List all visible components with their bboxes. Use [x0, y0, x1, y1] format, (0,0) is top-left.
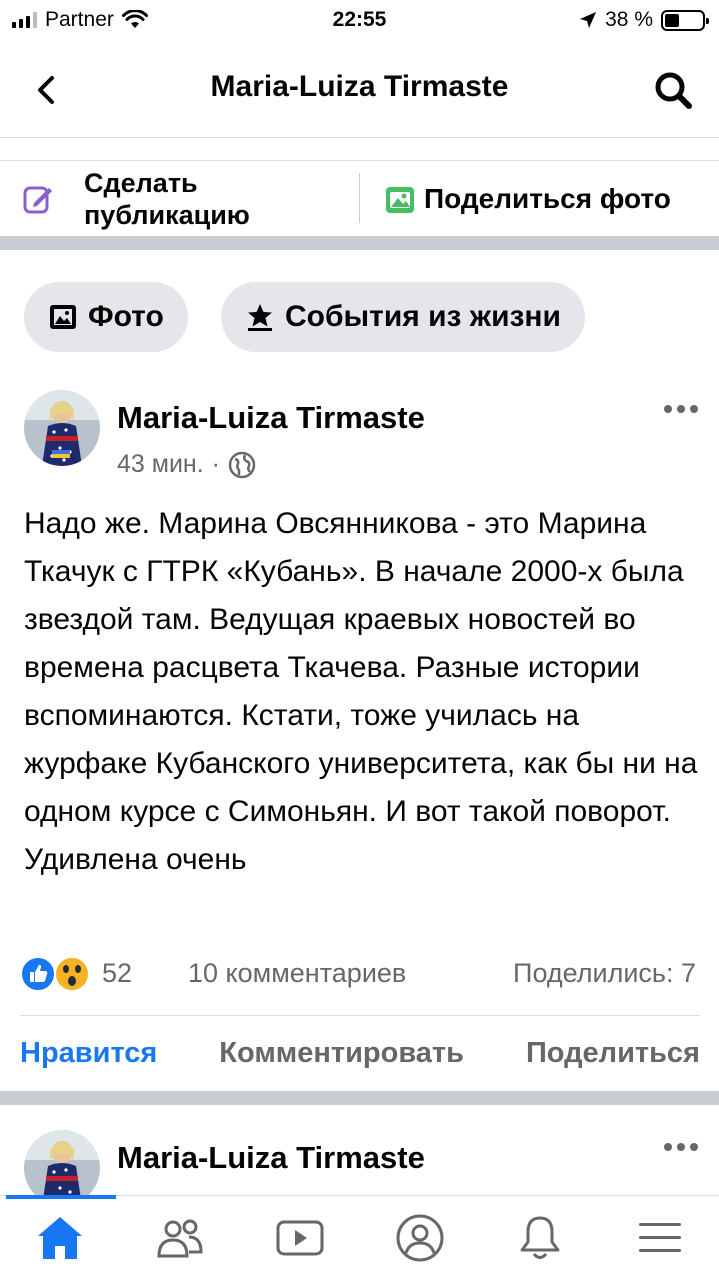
shares-count[interactable]: Поделились: 7 — [513, 958, 696, 989]
notifications-icon[interactable] — [510, 1210, 570, 1266]
battery-percent: 38 % — [605, 8, 653, 31]
profile-icon[interactable] — [390, 1210, 450, 1266]
home-icon[interactable] — [30, 1210, 90, 1266]
share-photo-button[interactable]: Поделиться фото — [384, 161, 671, 237]
life-events-chip-label: События из жизни — [285, 300, 561, 333]
photo-album-icon — [50, 305, 76, 329]
photos-chip-label: Фото — [88, 300, 164, 333]
avatar-image — [24, 390, 100, 466]
share-button[interactable]: Поделиться — [526, 1037, 700, 1070]
active-tab-indicator — [6, 1195, 116, 1199]
photos-chip[interactable]: Фото — [24, 282, 188, 352]
more-options-icon[interactable] — [664, 1143, 700, 1155]
share-photo-label: Поделиться фото — [424, 183, 671, 214]
post-text: Надо же. Марина Овсянникова - это Марина… — [24, 507, 698, 876]
comments-count[interactable]: 10 комментариев — [188, 958, 406, 989]
page-header: Maria-Luiza Tirmaste — [0, 40, 719, 138]
bottom-tab-bar — [0, 1195, 719, 1280]
composer-row: Сделать публикацию Поделиться фото — [0, 160, 719, 236]
edit-icon — [23, 186, 52, 214]
flag-star-icon — [248, 304, 272, 331]
post-time[interactable]: 43 мин. — [117, 450, 204, 479]
status-right: 38 % — [579, 8, 709, 32]
post-actions: Нравится Комментировать Поделиться — [20, 1015, 700, 1091]
section-separator — [0, 1091, 719, 1105]
create-post-label: Сделать публикацию — [84, 168, 250, 230]
photo-icon — [386, 187, 414, 213]
page-title: Maria-Luiza Tirmaste — [210, 70, 509, 103]
life-events-chip[interactable]: События из жизни — [221, 282, 585, 352]
post-author[interactable]: Maria-Luiza Tirmaste — [117, 1140, 425, 1176]
battery-icon — [661, 9, 709, 31]
location-arrow-icon — [580, 12, 597, 28]
post-author[interactable]: Maria-Luiza Tirmaste — [117, 400, 425, 436]
reactions-bar: 52 10 комментариев Поделились: 7 — [20, 952, 700, 996]
post-meta: 43 мин. · — [117, 450, 256, 479]
watch-icon[interactable] — [270, 1210, 330, 1266]
comment-button[interactable]: Комментировать — [219, 1037, 464, 1070]
friends-icon[interactable] — [150, 1210, 210, 1266]
composer-divider — [359, 173, 360, 223]
reaction-icons[interactable] — [20, 954, 90, 994]
globe-icon — [228, 451, 256, 478]
avatar[interactable] — [24, 390, 100, 466]
reaction-count[interactable]: 52 — [102, 958, 132, 989]
search-icon[interactable] — [651, 68, 695, 112]
more-options-icon[interactable] — [664, 405, 700, 417]
create-post-button[interactable]: Сделать публикацию — [22, 161, 304, 237]
section-separator — [0, 236, 719, 250]
meta-dot: · — [211, 450, 220, 478]
like-button[interactable]: Нравится — [20, 1037, 157, 1070]
status-bar: Partner 22:55 38 % — [0, 0, 719, 40]
menu-icon[interactable] — [630, 1210, 690, 1266]
